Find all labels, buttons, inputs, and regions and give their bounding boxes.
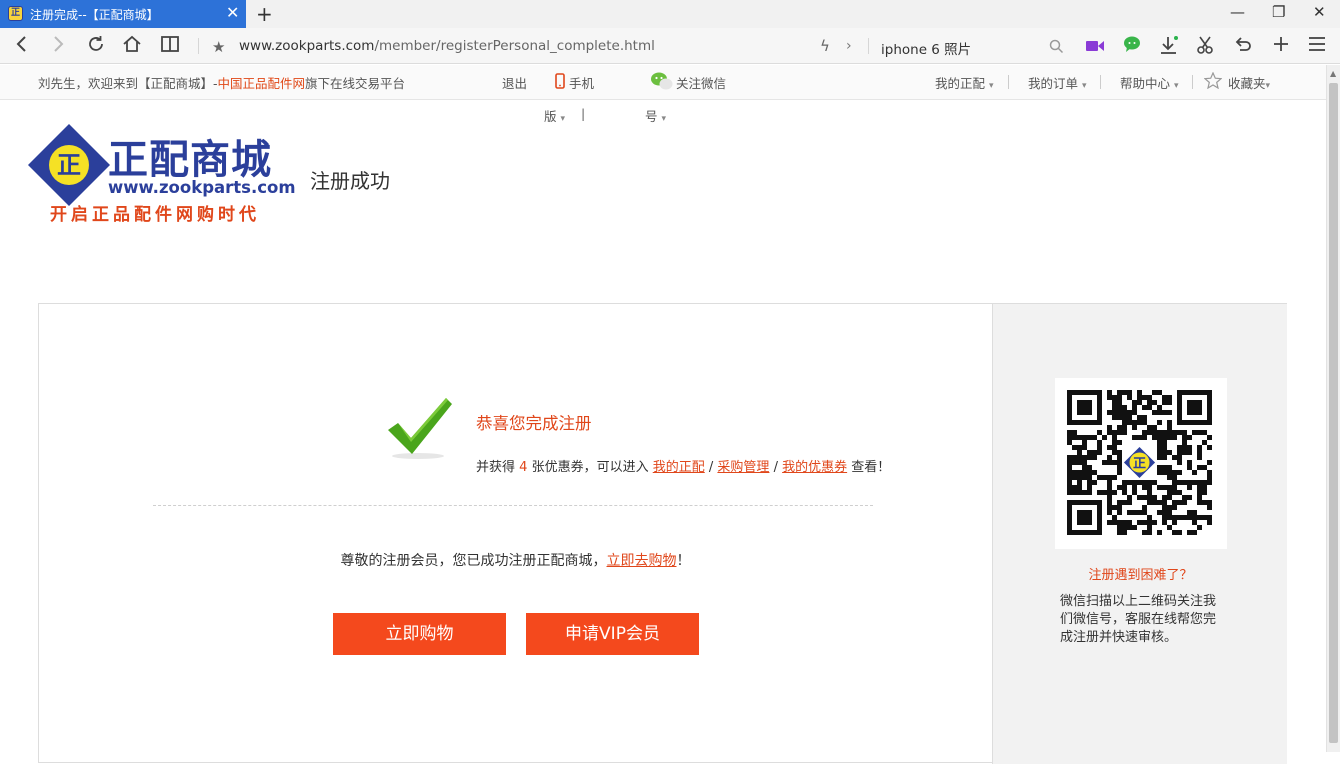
toolbar-divider [868, 38, 869, 54]
toolbar-divider [198, 38, 199, 54]
my-zhengpei-link[interactable]: 我的正配 [653, 460, 705, 475]
scrollbar-thumb[interactable] [1329, 83, 1338, 743]
coupon-message: 并获得 4 张优惠券，可以进入 我的正配 / 采购管理 / 我的优惠券 查看！ [476, 456, 890, 475]
browser-tab-active[interactable]: 正 注册完成--【正配商城】 ✕ [0, 0, 246, 28]
mobile-phone-icon [555, 73, 565, 92]
wechat-follow-icon [650, 71, 674, 94]
my-zhengpei-menu[interactable]: 我的正配 ▾ [935, 73, 994, 92]
topbar-divider [1192, 75, 1193, 89]
dropdown-arrow-icon: ▾ [1265, 81, 1271, 91]
wechat-follow-link[interactable]: 关注微信 [676, 73, 726, 92]
logo-slogan: 开启正品配件网购时代 [50, 205, 260, 225]
dashed-divider [153, 505, 873, 506]
dropdown-arrow-icon: ▾ [989, 81, 994, 91]
subnav-divider: | [581, 106, 586, 121]
welcome-text: 刘先生，欢迎来到【正配商城】-中国正品配件网旗下在线交易平台 [38, 73, 405, 92]
browser-toolbar: ★ www.zookparts.com/member/registerPerso… [0, 28, 1340, 64]
search-icon[interactable] [1049, 36, 1064, 58]
registration-help-link[interactable]: 注册遇到困难了？ [993, 564, 1288, 583]
shop-now-button[interactable]: 立即购物 [333, 613, 506, 655]
member-message: 尊敬的注册会员，您已成功注册正配商城，立即去购物！ [39, 550, 992, 570]
my-coupons-link[interactable]: 我的优惠券 [782, 460, 847, 475]
dropdown-arrow-icon: ▾ [560, 114, 566, 124]
address-bar[interactable]: www.zookparts.com/member/registerPersona… [239, 38, 655, 54]
topbar-divider [1008, 75, 1009, 89]
url-host: www.zookparts.com [239, 38, 375, 54]
reader-icon[interactable] [160, 34, 180, 58]
coupon-count: 4 [519, 460, 528, 475]
link-separator: / [708, 460, 714, 475]
wechat-icon[interactable] [1123, 35, 1141, 57]
apply-vip-button[interactable]: 申请VIP会员 [526, 613, 699, 655]
purchase-management-link[interactable]: 采购管理 [717, 460, 769, 475]
logo-title: 正配商城 [108, 137, 272, 183]
screenshot-scissors-icon[interactable] [1196, 35, 1214, 59]
welcome-brand-link[interactable]: 中国正品配件网 [218, 76, 306, 91]
mobile-link-wrap[interactable]: 版 ▾ [544, 106, 565, 125]
expand-chevron-icon[interactable]: › [846, 35, 852, 57]
new-tab-icon[interactable]: + [256, 2, 273, 26]
restore-icon[interactable]: ❐ [1272, 3, 1285, 21]
logo-emblem: 正 [49, 145, 89, 185]
coupon-end: 查看！ [851, 460, 891, 475]
download-icon[interactable] [1159, 35, 1179, 59]
my-orders-label: 我的订单 [1028, 76, 1079, 91]
dropdown-arrow-icon: ▾ [661, 114, 667, 124]
my-zhengpei-label: 我的正配 [935, 76, 986, 91]
help-center-menu[interactable]: 帮助中心 ▾ [1120, 73, 1179, 92]
tab-title: 注册完成--【正配商城】 [30, 8, 159, 22]
favorites-menu[interactable]: 收藏夹▾ [1228, 73, 1270, 92]
congrats-heading: 恭喜您完成注册 [476, 414, 592, 433]
success-check-icon [384, 392, 456, 464]
qr-center-logo: 正 [1133, 457, 1146, 472]
favorites-star-icon [1203, 71, 1223, 92]
dropdown-arrow-icon: ▾ [1082, 81, 1087, 91]
tab-close-icon[interactable]: ✕ [226, 4, 239, 22]
logout-link[interactable]: 退出 [502, 73, 527, 92]
forward-icon[interactable] [50, 34, 66, 58]
back-icon[interactable] [14, 34, 30, 58]
welcome-prefix: 刘先生，欢迎来到【正配商城】- [38, 76, 218, 91]
site-topbar: 刘先生，欢迎来到【正配商城】-中国正品配件网旗下在线交易平台 退出 手机 关注微… [0, 65, 1326, 100]
wechat-link-wrap[interactable]: 号 ▾ [645, 106, 666, 125]
topbar-divider [1100, 75, 1101, 89]
lightning-icon[interactable]: ϟ [820, 35, 830, 57]
shop-now-link[interactable]: 立即去购物 [607, 553, 677, 569]
minimize-icon[interactable]: — [1230, 3, 1245, 21]
member-suffix: ！ [676, 553, 691, 569]
site-favicon-icon: 正 [8, 6, 23, 21]
link-separator: / [773, 460, 778, 475]
welcome-suffix: 旗下在线交易平台 [305, 76, 406, 91]
mobile-link[interactable]: 手机 [569, 73, 594, 92]
mobile-link-sub: 版 [544, 109, 557, 124]
coupon-suffix: 张优惠券，可以进入 [531, 460, 649, 475]
page-scrollbar[interactable]: ▲ [1326, 65, 1340, 752]
my-orders-menu[interactable]: 我的订单 ▾ [1028, 73, 1087, 92]
add-icon[interactable] [1272, 35, 1290, 57]
help-description: 微信扫描以上二维码关注我们微信号，客服在线帮您完成注册并快速审核。 [1060, 594, 1217, 645]
reload-icon[interactable] [86, 34, 106, 58]
site-logo[interactable]: 正 正配商城 www.zookparts.com 开启正品配件网购时代 [27, 123, 296, 225]
url-path: /member/registerPersonal_complete.html [374, 38, 655, 54]
help-sidebar: 正 注册遇到困难了？ 微信扫描以上二维码关注我们微信号，客服在线帮您完成注册并快… [992, 304, 1287, 764]
bookmark-star-icon[interactable]: ★ [212, 36, 225, 58]
browser-tab-strip: 正 注册完成--【正配商城】 ✕ + — ❐ ✕ [0, 0, 1340, 28]
help-center-label: 帮助中心 [1120, 76, 1171, 91]
logo-url: www.zookparts.com [108, 178, 296, 197]
menu-icon[interactable] [1308, 35, 1326, 57]
favorites-label: 收藏夹 [1228, 76, 1266, 91]
home-icon[interactable] [122, 34, 142, 58]
registration-complete-panel: 恭喜您完成注册 并获得 4 张优惠券，可以进入 我的正配 / 采购管理 / 我的… [38, 303, 1287, 764]
video-icon[interactable] [1085, 36, 1105, 58]
coupon-prefix: 并获得 [476, 460, 516, 475]
page-title: 注册成功 [310, 169, 390, 193]
dropdown-arrow-icon: ▾ [1174, 81, 1179, 91]
search-input[interactable]: iphone 6 照片 [881, 38, 971, 58]
scroll-up-arrow-icon[interactable]: ▲ [1330, 69, 1336, 78]
window-close-icon[interactable]: ✕ [1313, 3, 1326, 21]
wechat-link-sub: 号 [645, 109, 658, 124]
member-prefix: 尊敬的注册会员，您已成功注册正配商城， [340, 553, 607, 569]
undo-close-tab-icon[interactable] [1234, 35, 1252, 57]
wechat-qr-code: 正 [1055, 378, 1227, 549]
